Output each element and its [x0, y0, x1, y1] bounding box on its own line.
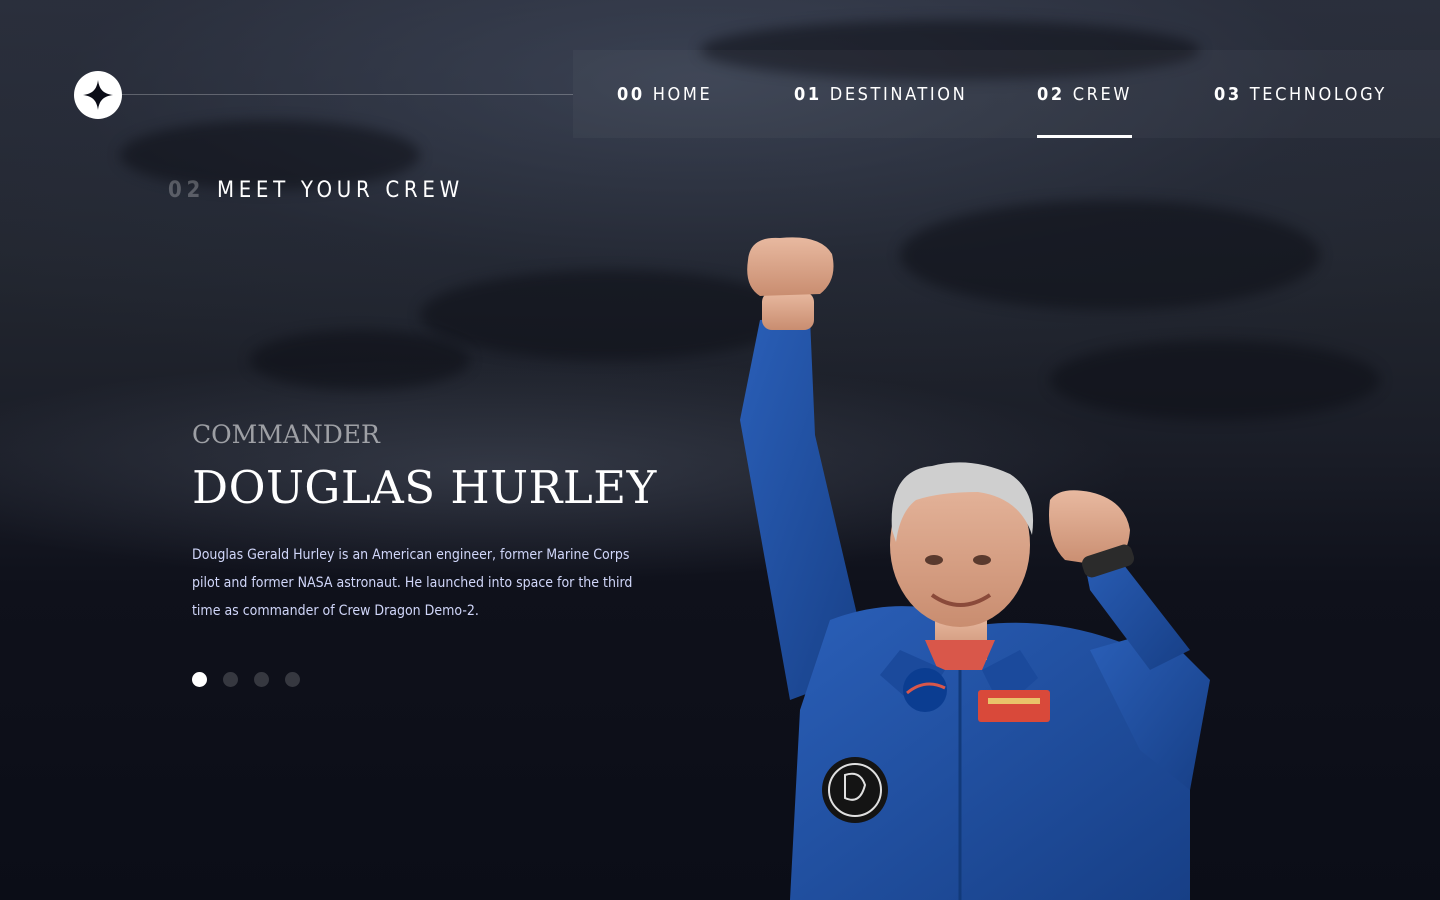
crew-dot-4[interactable]	[285, 672, 300, 687]
crew-dot-1[interactable]	[192, 672, 207, 687]
nav-item-destination[interactable]: 01 DESTINATION	[794, 50, 967, 138]
page-heading: 02 MEET YOUR CREW	[168, 178, 464, 203]
nav-item-number: 03	[1214, 83, 1242, 105]
nav-item-number: 01	[794, 83, 822, 105]
nav-item-label: TECHNOLOGY	[1249, 83, 1387, 105]
crew-bio: Douglas Gerald Hurley is an American eng…	[192, 547, 633, 619]
nav-item-label: DESTINATION	[829, 83, 968, 105]
star-logo-icon	[83, 80, 113, 110]
nav-item-label: HOME	[652, 83, 713, 105]
nav-item-crew[interactable]: 02 CREW	[1037, 50, 1132, 138]
cloud-shape	[250, 330, 470, 390]
nav-item-number: 02	[1037, 83, 1065, 105]
nav-item-home[interactable]: 00 HOME	[617, 50, 712, 138]
nav-item-technology[interactable]: 03 TECHNOLOGY	[1214, 50, 1387, 138]
crew-dot-2[interactable]	[223, 672, 238, 687]
crew-role: COMMANDER	[192, 420, 380, 449]
logo[interactable]	[74, 71, 122, 119]
crew-name: DOUGLAS HURLEY	[192, 461, 657, 514]
nav-item-number: 00	[617, 83, 645, 105]
crew-dot-3[interactable]	[254, 672, 269, 687]
page-heading-text: MEET YOUR CREW	[216, 178, 464, 203]
crew-pagination	[192, 672, 300, 687]
nav-item-label: CREW	[1072, 83, 1132, 105]
crew-member-image	[740, 237, 1210, 900]
page-heading-number: 02	[168, 178, 205, 203]
header-divider	[122, 94, 573, 95]
